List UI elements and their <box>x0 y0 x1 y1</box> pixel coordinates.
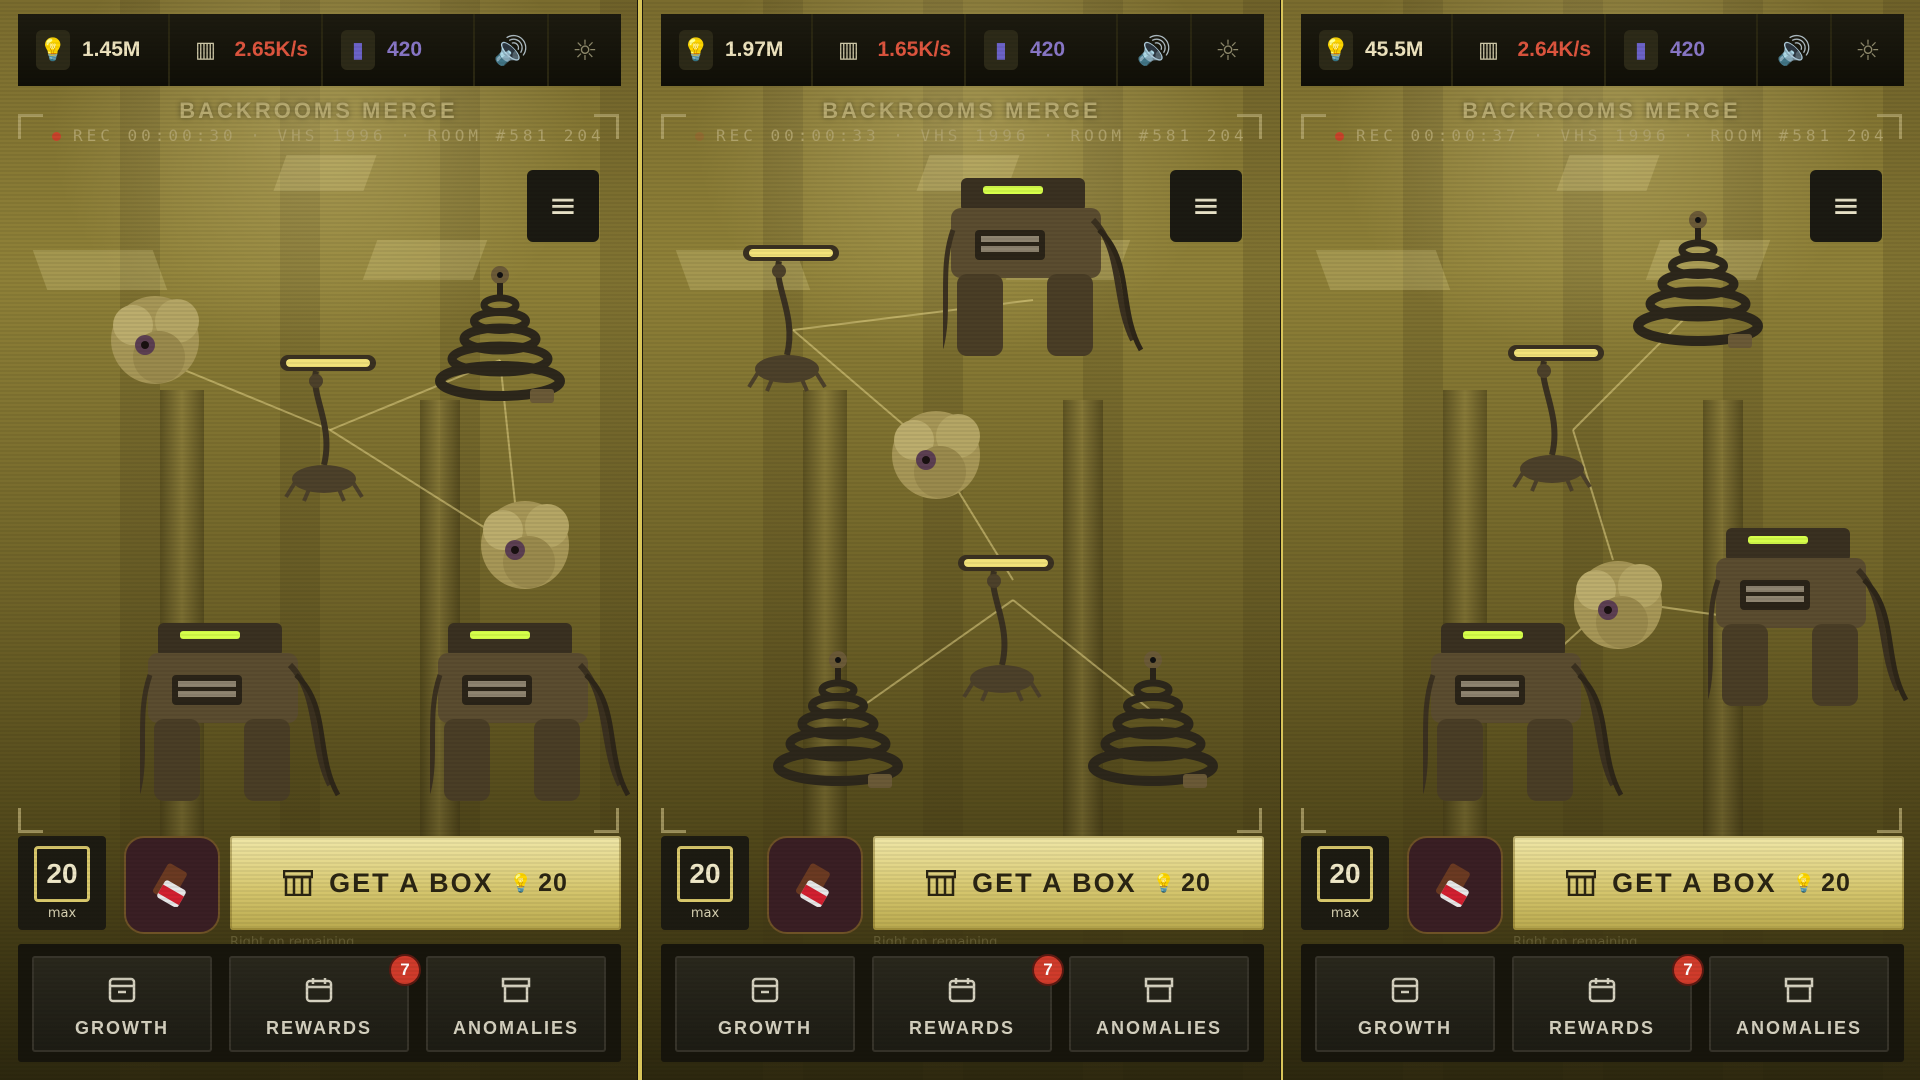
robot-creature[interactable] <box>943 170 1153 400</box>
coil-creature[interactable] <box>768 650 908 830</box>
box-icon <box>283 870 314 896</box>
nav-rewards-label: REWARDS <box>265 1018 372 1038</box>
nav-anomalies[interactable]: ANOMALIES <box>426 956 606 1052</box>
archive-icon <box>751 977 779 1003</box>
panel-divider <box>638 0 642 1080</box>
box-cost: 20 <box>538 868 568 897</box>
box-icon <box>926 870 957 896</box>
coil-creature[interactable] <box>1083 650 1223 830</box>
nav-growth[interactable]: GROWTH <box>1315 956 1495 1052</box>
nav-rewards[interactable]: REWARDS 7 <box>872 954 1064 1052</box>
lamp-creature[interactable] <box>743 245 853 405</box>
action-bar: 20 max GET A BOX 💡 20 <box>661 836 1264 934</box>
lamp-creature[interactable] <box>958 555 1068 715</box>
archive-icon <box>1391 977 1419 1003</box>
nav-growth-label: GROWTH <box>1358 1018 1452 1038</box>
level-max-label: max <box>690 906 720 921</box>
blob-creature[interactable] <box>105 285 215 400</box>
notification-badge: 7 <box>1672 954 1704 986</box>
nav-anomalies-label: ANOMALIES <box>453 1018 579 1038</box>
notification-badge: 7 <box>389 954 421 986</box>
archive-box-icon <box>1144 977 1174 1003</box>
bottom-nav: GROWTH REWARDS 7 ANOMALIES <box>1301 944 1904 1062</box>
calendar-icon <box>1588 978 1616 1003</box>
box-cost: 20 <box>1821 868 1851 897</box>
level-indicator: 20 max <box>18 836 106 930</box>
coil-creature[interactable] <box>430 265 570 445</box>
chocolate-button[interactable] <box>767 836 863 934</box>
bottom-nav: GROWTH REWARDS 7 ANOMALIES <box>661 944 1264 1062</box>
archive-box-icon <box>1784 977 1814 1003</box>
nav-anomalies[interactable]: ANOMALIES <box>1069 956 1249 1052</box>
level-max-label: max <box>1330 906 1360 921</box>
get-box-button[interactable]: GET A BOX 💡 20 <box>873 836 1264 930</box>
blob-creature[interactable] <box>886 400 996 515</box>
calendar-icon <box>948 978 976 1003</box>
chocolate-bar-icon <box>795 863 830 907</box>
nav-rewards[interactable]: REWARDS 7 <box>1512 954 1704 1052</box>
get-box-label: GET A BOX <box>329 867 494 898</box>
box-cost: 20 <box>1181 868 1211 897</box>
lightbulb-icon: 💡 <box>509 872 533 894</box>
lightbulb-icon: 💡 <box>1152 872 1176 894</box>
lightbulb-icon: 💡 <box>1792 872 1816 894</box>
nav-growth[interactable]: GROWTH <box>675 956 855 1052</box>
level-value: 20 <box>677 846 733 902</box>
coil-creature[interactable] <box>1628 210 1768 390</box>
calendar-icon <box>305 978 333 1003</box>
lamp-creature[interactable] <box>280 355 390 515</box>
robot-creature[interactable] <box>1423 615 1633 845</box>
get-box-label: GET A BOX <box>972 867 1137 898</box>
nav-anomalies-label: ANOMALIES <box>1096 1018 1222 1038</box>
chocolate-button[interactable] <box>124 836 220 934</box>
game-panel-3: 💡 45.5M ▥ 2.64K/s ▮ 420 🔊 ☼ BACKROOMS ME… <box>1283 0 1920 1080</box>
get-box-button[interactable]: GET A BOX 💡 20 <box>230 836 621 930</box>
archive-icon <box>108 977 136 1003</box>
nav-anomalies[interactable]: ANOMALIES <box>1709 956 1889 1052</box>
chocolate-bar-icon <box>1435 863 1470 907</box>
nav-anomalies-label: ANOMALIES <box>1736 1018 1862 1038</box>
level-value: 20 <box>1317 846 1373 902</box>
game-panel-1: 💡 1.45M ▥ 2.65K/s ▮ 420 🔊 ☼ BACKROOMS ME… <box>0 0 637 1080</box>
nav-growth[interactable]: GROWTH <box>32 956 212 1052</box>
level-indicator: 20 max <box>661 836 749 930</box>
get-box-button[interactable]: GET A BOX 💡 20 <box>1513 836 1904 930</box>
nav-rewards[interactable]: REWARDS 7 <box>229 954 421 1052</box>
action-bar: 20 max GET A BOX 💡 20 <box>1301 836 1904 934</box>
nav-growth-label: GROWTH <box>75 1018 169 1038</box>
action-bar: 20 max GET A BOX 💡 20 <box>18 836 621 934</box>
nav-rewards-label: REWARDS <box>908 1018 1015 1038</box>
get-box-label: GET A BOX <box>1612 867 1777 898</box>
robot-creature[interactable] <box>430 615 637 845</box>
archive-box-icon <box>501 977 531 1003</box>
game-panel-2: 💡 1.97M ▥ 1.65K/s ▮ 420 🔊 ☼ BACKROOMS ME… <box>643 0 1280 1080</box>
notification-badge: 7 <box>1032 954 1064 986</box>
robot-creature[interactable] <box>140 615 350 845</box>
nav-growth-label: GROWTH <box>718 1018 812 1038</box>
chocolate-button[interactable] <box>1407 836 1503 934</box>
chocolate-bar-icon <box>152 863 187 907</box>
box-icon <box>1566 870 1597 896</box>
blob-creature[interactable] <box>475 490 585 605</box>
robot-creature[interactable] <box>1708 520 1918 750</box>
bottom-nav: GROWTH REWARDS 7 ANOMALIES <box>18 944 621 1062</box>
nav-rewards-label: REWARDS <box>1548 1018 1655 1038</box>
level-indicator: 20 max <box>1301 836 1389 930</box>
level-value: 20 <box>34 846 90 902</box>
lamp-creature[interactable] <box>1508 345 1618 505</box>
level-max-label: max <box>47 906 77 921</box>
